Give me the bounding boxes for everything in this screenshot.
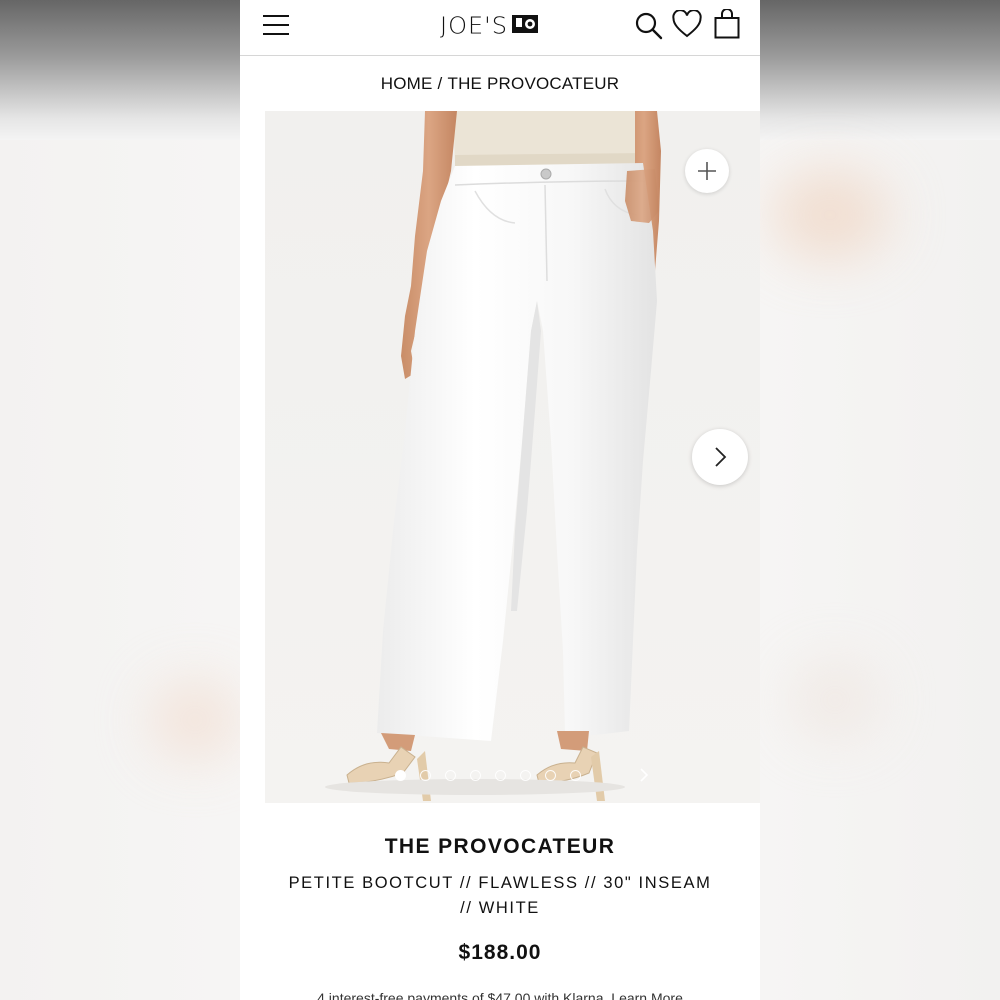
carousel-dot[interactable] — [495, 769, 506, 781]
product-info: THE PROVOCATEUR PETITE BOOTCUT // FLAWLE… — [240, 835, 760, 965]
plus-icon[interactable] — [685, 149, 729, 193]
product-price: $188.00 — [458, 941, 542, 964]
product-image-gallery[interactable] — [265, 111, 760, 803]
hamburger-menu-icon[interactable] — [260, 10, 292, 40]
product-subtitle: PETITE BOOTCUT // FLAWLESS // 30" INSEAM… — [288, 874, 712, 917]
breadcrumb-home-link[interactable]: HOME — [381, 74, 433, 94]
carousel-dot[interactable] — [520, 769, 531, 781]
breadcrumb-separator: / — [437, 73, 443, 93]
brand-logo[interactable]: JOE'S — [440, 12, 538, 40]
site-header: JOE'S — [240, 0, 760, 56]
dots-chevron-right-icon[interactable] — [637, 767, 651, 783]
backdrop-blob — [770, 170, 890, 260]
heart-icon[interactable] — [671, 8, 703, 40]
carousel-dot[interactable] — [570, 769, 581, 781]
product-photo — [265, 111, 760, 803]
logo-mark-icon — [511, 13, 538, 40]
mobile-page: JOE'S HOME / THE PROVOCATEUR THE PROVOCA… — [240, 0, 760, 1000]
logo-text: JOE'S — [440, 12, 508, 40]
chevron-right-icon[interactable] — [692, 429, 748, 485]
installments-note[interactable]: 4 interest-free payments of $47.00 with … — [240, 990, 760, 1000]
carousel-dot[interactable] — [420, 769, 431, 781]
carousel-dot[interactable] — [470, 769, 481, 781]
carousel-dot[interactable] — [395, 769, 406, 781]
search-icon[interactable] — [633, 10, 665, 42]
breadcrumb: HOME / THE PROVOCATEUR — [240, 56, 760, 111]
product-title: THE PROVOCATEUR — [384, 835, 616, 858]
backdrop-blob — [150, 680, 240, 760]
carousel-dot[interactable] — [545, 769, 556, 781]
breadcrumb-current: THE PROVOCATEUR — [447, 73, 620, 93]
shopping-bag-icon[interactable] — [712, 8, 742, 40]
carousel-dots — [395, 767, 581, 783]
backdrop-blob — [790, 660, 880, 740]
carousel-dot[interactable] — [445, 769, 456, 781]
